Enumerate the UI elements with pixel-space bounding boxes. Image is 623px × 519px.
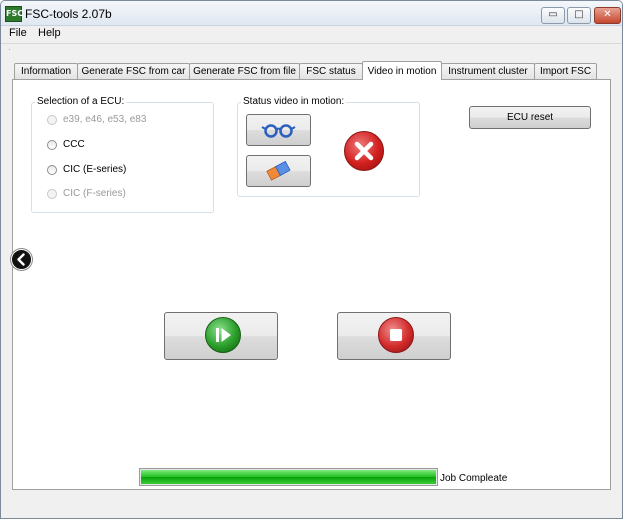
status-bar <box>1 497 622 518</box>
maximize-button[interactable]: □ <box>567 7 591 24</box>
stop-icon <box>378 317 414 353</box>
radio-button[interactable] <box>47 165 57 175</box>
status-group-title: Status video in motion: <box>241 96 347 107</box>
menu-help[interactable]: Help <box>38 27 61 39</box>
toolbar-grip: · <box>8 45 11 54</box>
progress-bar <box>139 468 438 486</box>
read-status-button[interactable] <box>246 114 311 146</box>
tab-information[interactable]: Information <box>14 63 78 79</box>
radio-label: CCC <box>63 139 85 150</box>
start-button[interactable] <box>164 312 278 360</box>
tab-generate-fsc-from-file[interactable]: Generate FSC from file <box>189 63 300 79</box>
radio-button <box>47 189 57 199</box>
menu-file[interactable]: File <box>9 27 27 39</box>
erase-status-button[interactable] <box>246 155 311 187</box>
red-x-status-icon <box>344 131 384 171</box>
menu-separator <box>1 43 622 44</box>
menu-bar: File Help <box>1 26 622 42</box>
play-pause-icon <box>205 317 241 353</box>
tab-video-in-motion[interactable]: Video in motion <box>362 61 442 80</box>
eraser-icon <box>266 160 291 181</box>
ecu-reset-button[interactable]: ECU reset <box>469 106 591 129</box>
glasses-icon <box>261 124 296 138</box>
minimize-button[interactable]: ▭ <box>541 7 565 24</box>
radio-label: CIC (E-series) <box>63 164 127 175</box>
radio-button[interactable] <box>47 140 57 150</box>
tab-generate-fsc-from-car[interactable]: Generate FSC from car <box>77 63 190 79</box>
radio-button <box>47 115 57 125</box>
radio-label: CIC (F-series) <box>63 188 126 199</box>
ecu-group-title: Selection of a ECU: <box>35 96 127 107</box>
close-button[interactable]: ✕ <box>594 7 621 24</box>
tab-instrument-cluster[interactable]: Instrument cluster <box>441 63 535 79</box>
progress-status-text: Job Compleate <box>440 473 508 484</box>
tab-fsc-status[interactable]: FSC status <box>299 63 363 79</box>
main-window: FSC FSC-tools 2.07b ▭ □ ✕ File Help · In… <box>0 0 623 519</box>
app-icon: FSC <box>5 6 23 22</box>
progress-fill <box>141 470 436 484</box>
stop-button[interactable] <box>337 312 451 360</box>
tab-import-fsc[interactable]: Import FSC <box>534 63 597 79</box>
title-bar[interactable]: FSC FSC-tools 2.07b ▭ □ ✕ <box>1 1 622 26</box>
radio-label: e39, e46, e53, e83 <box>63 114 147 125</box>
back-arrow-icon[interactable] <box>11 249 32 270</box>
ecu-reset-label: ECU reset <box>506 112 554 123</box>
window-title: FSC-tools 2.07b <box>25 7 112 21</box>
